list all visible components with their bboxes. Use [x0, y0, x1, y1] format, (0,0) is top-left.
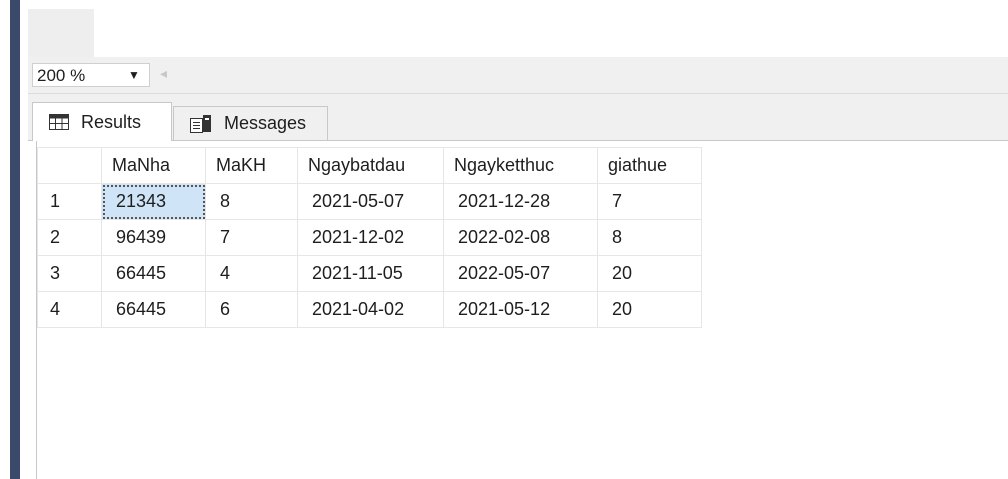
table-row[interactable]: 2 96439 7 2021-12-02 2022-02-08 8 [37, 219, 702, 256]
tab-messages[interactable]: Messages [173, 106, 328, 140]
table-cell[interactable]: 2021-05-12 [443, 291, 598, 328]
table-cell[interactable]: 66445 [101, 255, 206, 292]
results-table: MaNha MaKH Ngaybatdau Ngayketthuc giathu… [37, 147, 702, 328]
table-cell[interactable]: 2021-05-07 [297, 183, 444, 220]
editor-margin-bar [10, 0, 20, 479]
header-row: MaNha MaKH Ngaybatdau Ngayketthuc giathu… [37, 147, 702, 184]
table-cell[interactable]: 7 [597, 183, 702, 220]
table-row[interactable]: 1 21343 8 2021-05-07 2021-12-28 7 [37, 183, 702, 220]
table-cell[interactable]: 2022-02-08 [443, 219, 598, 256]
table-cell[interactable]: 20 [597, 255, 702, 292]
column-header-ngayketthuc[interactable]: Ngayketthuc [443, 147, 598, 184]
selected-cell[interactable]: 21343 [101, 183, 206, 220]
table-cell[interactable]: 8 [597, 219, 702, 256]
table-row[interactable]: 3 66445 4 2021-11-05 2022-05-07 20 [37, 255, 702, 292]
column-header-manha[interactable]: MaNha [101, 147, 206, 184]
scroll-left-icon[interactable]: ◂ [160, 65, 167, 82]
table-cell[interactable]: 8 [205, 183, 298, 220]
table-cell[interactable]: 2022-05-07 [443, 255, 598, 292]
messages-icon [190, 114, 212, 133]
tab-results[interactable]: Results [32, 102, 172, 141]
zoom-value: 200 % [37, 66, 86, 85]
table-cell[interactable]: 6 [205, 291, 298, 328]
table-cell[interactable]: 2021-11-05 [297, 255, 444, 292]
column-header-makh[interactable]: MaKH [205, 147, 298, 184]
table-cell[interactable]: 2021-12-02 [297, 219, 444, 256]
row-number[interactable]: 2 [37, 219, 102, 256]
table-cell[interactable]: 20 [597, 291, 702, 328]
tab-messages-label: Messages [224, 113, 307, 133]
table-cell[interactable]: 7 [205, 219, 298, 256]
table-cell[interactable]: 4 [205, 255, 298, 292]
table-cell[interactable]: 2021-04-02 [297, 291, 444, 328]
row-number[interactable]: 1 [37, 183, 102, 220]
table-row[interactable]: 4 66445 6 2021-04-02 2021-05-12 20 [37, 291, 702, 328]
column-header-giathue[interactable]: giathue [597, 147, 702, 184]
editor-corner [28, 9, 94, 57]
table-cell[interactable]: 66445 [101, 291, 206, 328]
zoom-toolbar: 200 % ▼ ◂ [28, 57, 1008, 94]
chevron-down-icon[interactable]: ▼ [128, 68, 140, 82]
table-cell[interactable]: 2021-12-28 [443, 183, 598, 220]
results-tab-strip: Results Messages [28, 94, 1008, 141]
row-number[interactable]: 4 [37, 291, 102, 328]
tab-results-label: Results [81, 111, 142, 132]
zoom-dropdown[interactable]: 200 % ▼ [32, 63, 150, 87]
column-header-ngaybatdau[interactable]: Ngaybatdau [297, 147, 444, 184]
grid-icon [49, 114, 69, 130]
results-grid[interactable]: MaNha MaKH Ngaybatdau Ngayketthuc giathu… [36, 141, 1008, 479]
row-number-header[interactable] [37, 147, 102, 184]
table-cell[interactable]: 96439 [101, 219, 206, 256]
row-number[interactable]: 3 [37, 255, 102, 292]
